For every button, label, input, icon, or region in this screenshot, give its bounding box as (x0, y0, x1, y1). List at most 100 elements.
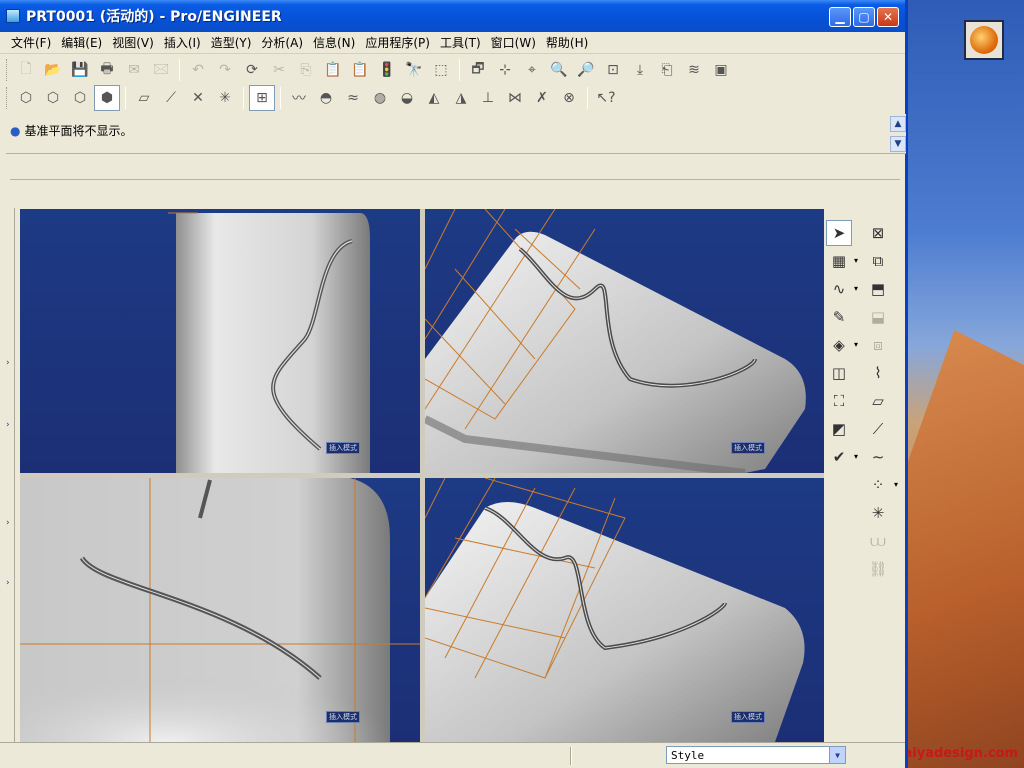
datum-point-display-icon[interactable]: ✕ (185, 85, 211, 111)
datum-axis-display-icon[interactable]: ⟋ (158, 85, 184, 111)
layers-icon[interactable]: ≋ (681, 57, 707, 83)
orient-mode-icon[interactable]: ⌖ (519, 57, 545, 83)
csys-icon[interactable]: ✳ (865, 500, 891, 526)
desktop-app-icon[interactable] (964, 20, 1004, 60)
toolbar-grip[interactable] (6, 59, 9, 81)
viewport-splitter-vertical[interactable] (420, 209, 425, 742)
flyout-arrow-icon[interactable]: ▾ (854, 340, 858, 349)
menu-item[interactable]: 文件(F) (6, 34, 56, 51)
wireframe-icon[interactable]: ⬡ (13, 85, 39, 111)
offset-icon[interactable]: ≈ (340, 85, 366, 111)
new-icon[interactable]: 🗋 (13, 57, 39, 83)
shading-icon[interactable]: ⬢ (94, 85, 120, 111)
set-active-plane-icon[interactable]: ▦ (826, 248, 852, 274)
toolbar-grip[interactable] (6, 87, 9, 109)
csys-display-icon[interactable]: ✳ (212, 85, 238, 111)
menu-item[interactable]: 信息(N) (308, 34, 360, 51)
model-player-icon[interactable]: 🚦 (374, 57, 400, 83)
sketch-icon[interactable]: ⌇ (865, 360, 891, 386)
flyout-arrow-icon[interactable]: ▾ (854, 284, 858, 293)
refit-icon[interactable]: ⊡ (600, 57, 626, 83)
datum-plane-icon[interactable]: ▱ (865, 388, 891, 414)
section-icon[interactable]: ◓ (313, 85, 339, 111)
flyout-arrow-icon[interactable]: ▾ (854, 452, 858, 461)
send-attach-icon[interactable]: 🖂 (148, 57, 174, 83)
paste-icon[interactable]: 📋 (320, 57, 346, 83)
curvature-icon[interactable]: 〰 (286, 85, 312, 111)
menu-item[interactable]: 工具(T) (435, 34, 486, 51)
expand-arrow-icon[interactable]: › (6, 518, 10, 528)
analysis-feature-icon[interactable]: ⩊ (865, 528, 891, 554)
no-hidden-icon[interactable]: ⬡ (67, 85, 93, 111)
redo-icon[interactable]: ↷ (212, 57, 238, 83)
extrude-icon[interactable]: ⧉ (865, 248, 891, 274)
expand-arrow-icon[interactable]: › (6, 420, 10, 430)
shell-icon[interactable]: ⬒ (865, 276, 891, 302)
cancel-x-icon[interactable]: ⊠ (865, 220, 891, 246)
send-mail-icon[interactable]: ✉ (121, 57, 147, 83)
menu-item[interactable]: 窗口(W) (486, 34, 541, 51)
gaussian-icon[interactable]: ◍ (367, 85, 393, 111)
datum-plane-display-icon[interactable]: ▱ (131, 85, 157, 111)
whats-this-icon[interactable]: ↖? (593, 85, 619, 111)
maximize-button[interactable]: ▢ (853, 7, 875, 27)
edit-surface-icon[interactable]: ◩ (826, 416, 852, 442)
curve-curvature-icon[interactable]: ⋈ (502, 85, 528, 111)
copy-icon[interactable]: ⎘ (293, 57, 319, 83)
zoom-out-icon[interactable]: 🔎 (573, 57, 599, 83)
connect-surface-icon[interactable]: ◫ (826, 360, 852, 386)
repaint-icon[interactable]: 🗗 (465, 57, 491, 83)
reflection-icon[interactable]: ◭ (421, 85, 447, 111)
create-curve-icon[interactable]: ∿ (826, 276, 852, 302)
view-manager-icon[interactable]: ▣ (708, 57, 734, 83)
expand-arrow-icon[interactable]: › (6, 578, 10, 588)
viewport-top[interactable]: 插入模式 (20, 478, 420, 742)
find-icon[interactable]: 🔭 (401, 57, 427, 83)
menu-item[interactable]: 视图(V) (107, 34, 159, 51)
flyout-arrow-icon[interactable]: ▾ (854, 256, 858, 265)
delete-analysis-icon[interactable]: ✗ (529, 85, 555, 111)
viewport-isometric-bottom[interactable]: 插入模式 (425, 478, 824, 742)
select-box-icon[interactable]: ⬚ (428, 57, 454, 83)
inheritance-icon[interactable]: ⛓ (865, 556, 891, 582)
done-check-icon[interactable]: ✔ (826, 444, 852, 470)
viewport-isometric-top[interactable]: 插入模式 (425, 209, 824, 473)
undo-icon[interactable]: ↶ (185, 57, 211, 83)
trim-surface-icon[interactable]: ⛶ (826, 388, 852, 414)
hidden-line-icon[interactable]: ⬡ (40, 85, 66, 111)
reorient-icon[interactable]: ⤓ (627, 57, 653, 83)
datum-point-icon[interactable]: ⁘ (865, 472, 891, 498)
select-arrow-icon[interactable]: ➤ (826, 220, 852, 246)
message-scroll-down-button[interactable]: ▼ (890, 136, 906, 152)
delete-all-icon[interactable]: ⊗ (556, 85, 582, 111)
draft-feature-icon[interactable]: ⬓ (865, 304, 891, 330)
menu-item[interactable]: 帮助(H) (541, 34, 593, 51)
selection-filter-select[interactable]: Style ▼ (666, 746, 846, 764)
open-icon[interactable]: 📂 (40, 57, 66, 83)
draft-icon[interactable]: ◮ (448, 85, 474, 111)
print-icon[interactable]: 🖶 (94, 57, 120, 83)
message-scroll-up-button[interactable]: ▲ (890, 116, 906, 132)
menu-item[interactable]: 分析(A) (256, 34, 308, 51)
slope-icon[interactable]: ◒ (394, 85, 420, 111)
paste-special-icon[interactable]: 📋 (347, 57, 373, 83)
boundary-surface-icon[interactable]: ◈ (826, 332, 852, 358)
dihedral-icon[interactable]: ⊥ (475, 85, 501, 111)
zoom-in-icon[interactable]: 🔍 (546, 57, 572, 83)
edit-curve-icon[interactable]: ✎ (826, 304, 852, 330)
spin-center-icon[interactable]: ⊹ (492, 57, 518, 83)
menu-item[interactable]: 应用程序(P) (360, 34, 435, 51)
close-button[interactable]: ✕ (877, 7, 899, 27)
datum-curve-icon[interactable]: ∼ (865, 444, 891, 470)
menu-item[interactable]: 插入(I) (159, 34, 206, 51)
filter-dropdown-icon[interactable]: ▼ (829, 747, 845, 763)
flyout-arrow-icon[interactable]: ▾ (894, 480, 898, 489)
regenerate-icon[interactable]: ⟳ (239, 57, 265, 83)
pattern-icon[interactable]: ⧈ (865, 332, 891, 358)
title-bar[interactable]: PRT0001 (活动的) - Pro/ENGINEER ▁ ▢ ✕ (0, 0, 905, 32)
menu-item[interactable]: 编辑(E) (56, 34, 107, 51)
minimize-button[interactable]: ▁ (829, 7, 851, 27)
menu-item[interactable]: 造型(Y) (206, 34, 257, 51)
viewport-front[interactable]: 插入模式 (20, 209, 420, 473)
saved-views-icon[interactable]: ⎗ (654, 57, 680, 83)
